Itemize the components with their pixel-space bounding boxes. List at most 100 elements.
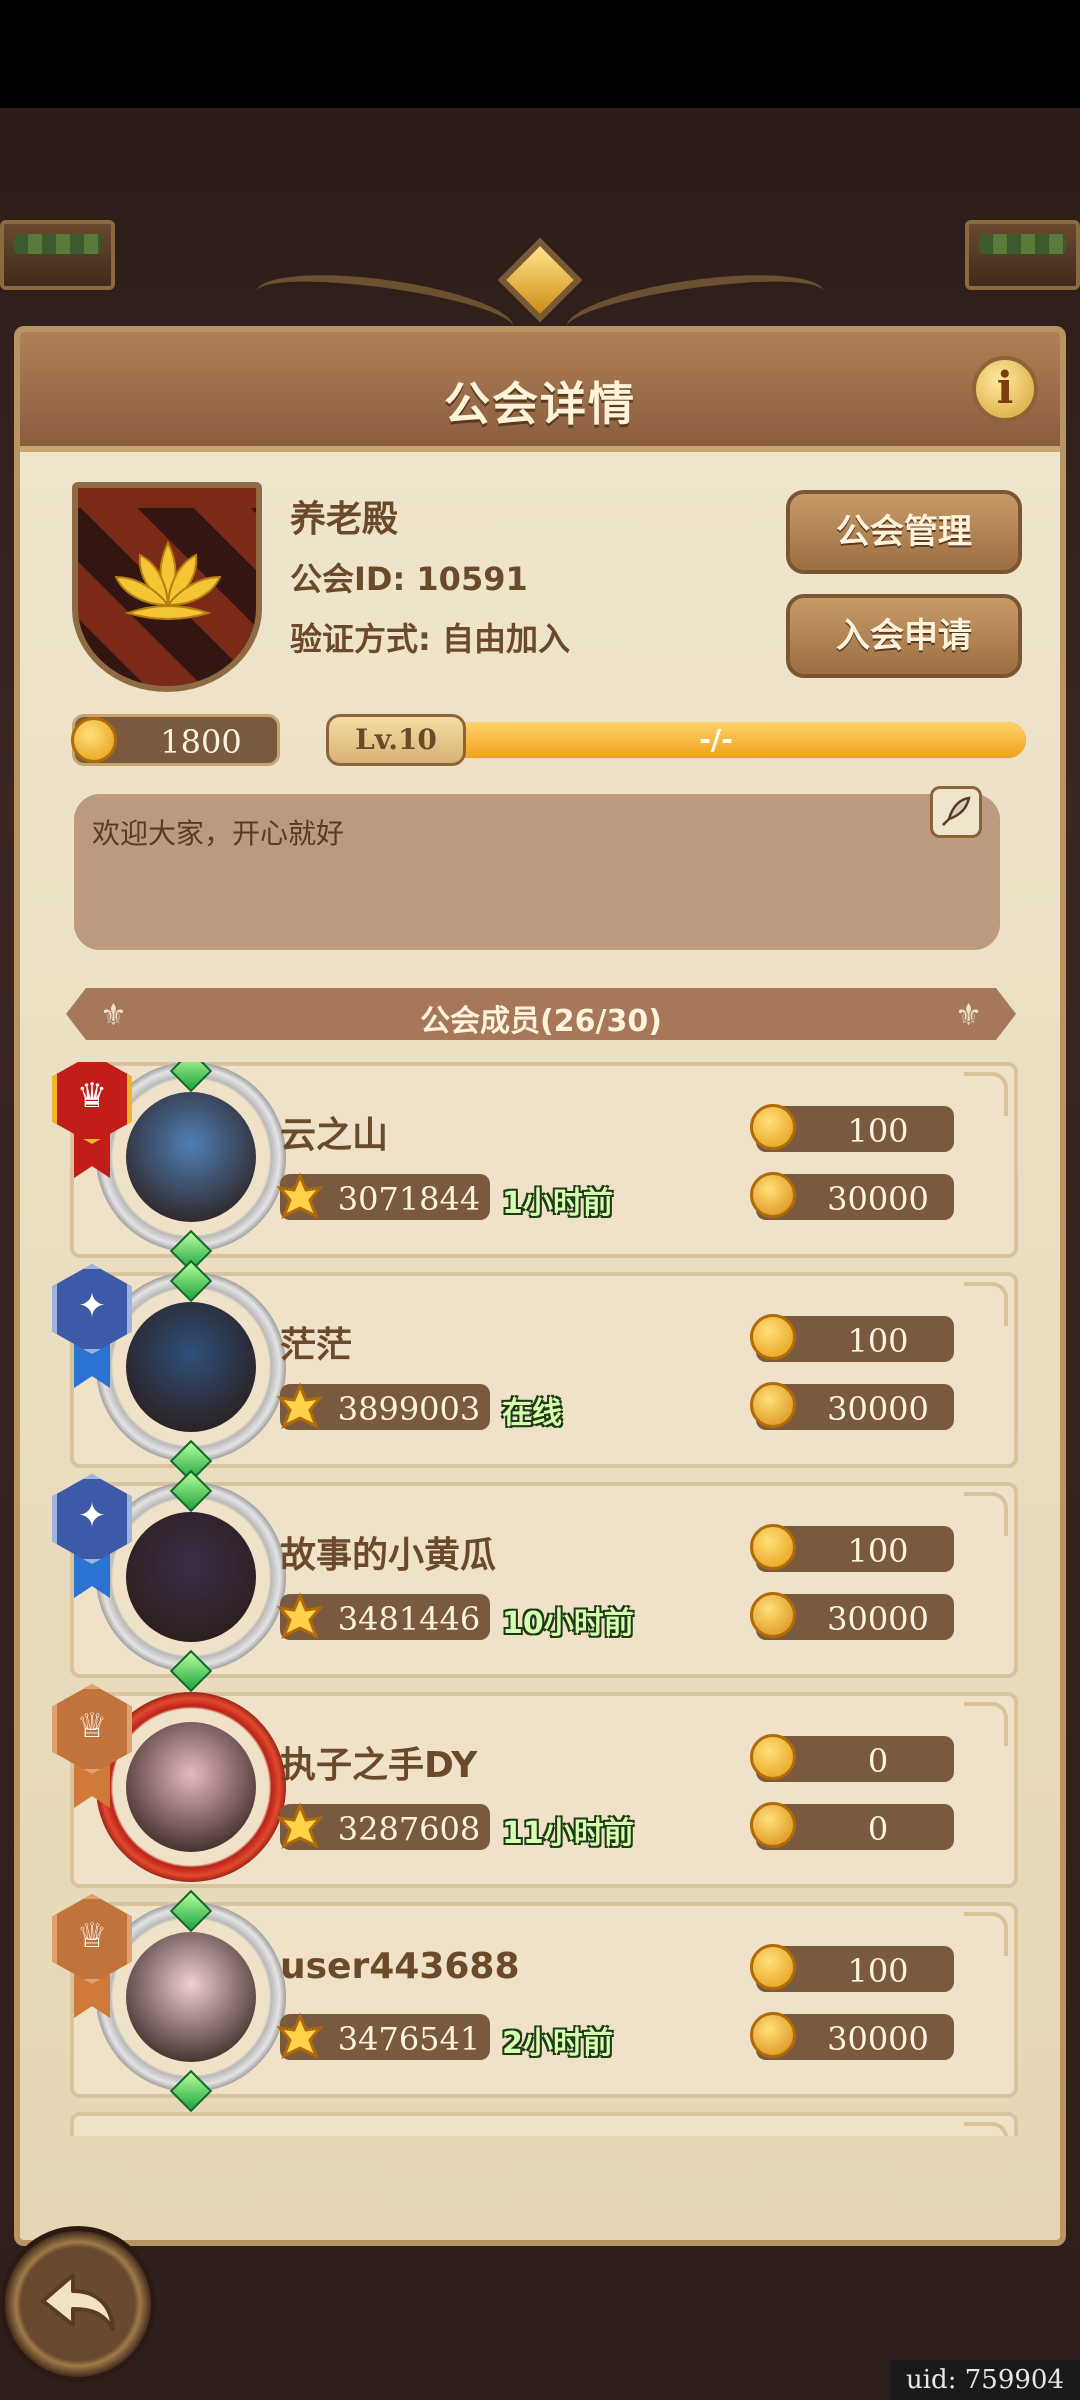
power-icon [276,1802,324,1850]
member-name: 执子之手DY [280,1745,478,1786]
avatar [126,1722,256,1852]
member-contribution-value: 100 [847,1532,909,1570]
member-name: user443688 [280,1946,520,1987]
guild-level-badge: Lv.10 [326,714,466,766]
guild-detail-panel: 公会详情 i 养老殿 公会ID: 10591 验证方式: 自由加入 公会管理 入… [14,326,1066,2246]
guild-level-bar: -/- Lv.10 [326,714,1026,766]
rank-badge-icon: ✦ [52,1474,132,1598]
member-contribution: 100 [750,1944,954,1992]
avatar [126,1302,256,1432]
guild-notice-text: 欢迎大家，开心就好 [92,817,345,850]
coin-icon [750,1314,796,1360]
member-list[interactable]: ♛ 云之山 3071844 1小时前 100 30000 ✦ 茫茫 389900… [20,1062,1060,2136]
member-honor: 0 [750,1802,954,1850]
member-name: 云之山 [280,1115,389,1156]
quill-pen-icon [942,796,971,826]
member-power: 3476541 [276,2012,490,2060]
power-icon [276,1592,324,1640]
member-power: 3287608 [276,1802,490,1850]
member-contribution: 100 [750,1524,954,1572]
members-title: 公会成员(26/30) [420,1004,662,1039]
rank-badge-icon: ♛ [52,1062,132,1178]
member-honor-value: 30000 [827,1390,929,1428]
member-honor: 30000 [750,2012,954,2060]
coin-icon [750,1734,796,1780]
avatar [126,1092,256,1222]
member-honor-value: 30000 [827,1600,929,1638]
honor-coin-icon [750,1172,796,1218]
lotus-icon [114,540,222,620]
member-honor: 30000 [750,1592,954,1640]
member-name: 茫茫 [280,1325,353,1366]
rank-badge-icon: ✦ [52,1264,132,1388]
coin-icon [71,717,117,763]
member-contribution-value: 100 [847,1112,909,1150]
member-power: 3899003 [276,1382,490,1430]
back-arrow-icon [41,2273,115,2331]
info-icon[interactable]: i [972,356,1038,422]
honor-coin-icon [750,1382,796,1428]
member-name: 故事的小黄瓜 [280,1535,497,1576]
coin-icon [750,1104,796,1150]
member-contribution-value: 100 [847,1322,909,1360]
avatar [126,1512,256,1642]
avatar [126,1932,256,2062]
member-row[interactable]: ♛ 云之山 3071844 1小时前 100 30000 [52,1062,1018,1273]
pillar-right-decoration [965,220,1080,290]
member-row[interactable]: ♕ 执子之手DY 3287608 11小时前 0 0 [52,1684,1018,1888]
honor-coin-icon [750,2012,796,2058]
coin-icon [750,1524,796,1570]
member-row[interactable]: ✦ 故事的小黄瓜 3481446 10小时前 100 30000 [52,1469,1018,1693]
member-row-partial[interactable] [70,2112,1018,2136]
guild-coins: 1800 [71,714,280,766]
member-power-value: 3287608 [337,1810,481,1848]
member-contribution-value: 0 [867,1742,889,1780]
title-bar: 公会详情 i [20,332,1060,452]
member-contribution: 100 [750,1104,954,1152]
member-power-value: 3071844 [337,1180,481,1218]
rank-badge-icon: ♕ [52,1894,132,2018]
guild-id: 公会ID: 10591 [290,560,528,598]
member-honor: 30000 [750,1172,954,1220]
edit-notice-button[interactable] [930,786,982,838]
guild-emblem [72,482,262,692]
rank-badge-icon: ♕ [52,1684,132,1808]
fleur-right-icon: ⚜ [955,998,982,1033]
guild-manage-button[interactable]: 公会管理 [786,490,1022,574]
member-honor-value: 30000 [827,1180,929,1218]
member-last-online: 1小时前 [502,1186,613,1221]
back-button[interactable] [0,2226,156,2382]
member-contribution: 100 [750,1314,954,1362]
honor-coin-icon [750,1802,796,1848]
guild-coins-value: 1800 [160,723,242,761]
guild-name: 养老殿 [290,499,399,540]
member-honor: 30000 [750,1382,954,1430]
status-bar [0,0,1080,108]
honor-coin-icon [750,1592,796,1638]
member-last-online: 在线 [502,1396,562,1431]
pillar-left-decoration [0,220,115,290]
uid-label: uid: 759904 [890,2360,1080,2400]
guild-verify-method: 验证方式: 自由加入 [290,620,570,658]
member-row[interactable]: ✦ 茫茫 3899003 在线 100 30000 [52,1259,1018,1483]
member-last-online: 10小时前 [502,1606,634,1641]
power-icon [276,1172,324,1220]
power-icon [276,2012,324,2060]
members-header: ⚜ 公会成员(26/30) ⚜ [66,988,1016,1040]
member-honor-value: 30000 [827,2020,929,2058]
member-last-online: 2小时前 [502,2026,613,2061]
join-requests-button[interactable]: 入会申请 [786,594,1022,678]
member-contribution-value: 100 [847,1952,909,1990]
level-progress-text: -/- [699,723,733,756]
member-last-online: 11小时前 [502,1816,634,1851]
power-icon [276,1382,324,1430]
member-power-value: 3476541 [337,2020,481,2058]
member-contribution: 0 [750,1734,954,1782]
member-power-value: 3899003 [337,1390,481,1428]
member-power-value: 3481446 [337,1600,481,1638]
coin-icon [750,1944,796,1990]
guild-notice: 欢迎大家，开心就好 [74,786,1000,950]
member-power: 3071844 [276,1172,490,1220]
page-title: 公会详情 [444,377,636,431]
member-row[interactable]: ♕ user443688 3476541 2小时前 100 30000 [52,1889,1018,2113]
